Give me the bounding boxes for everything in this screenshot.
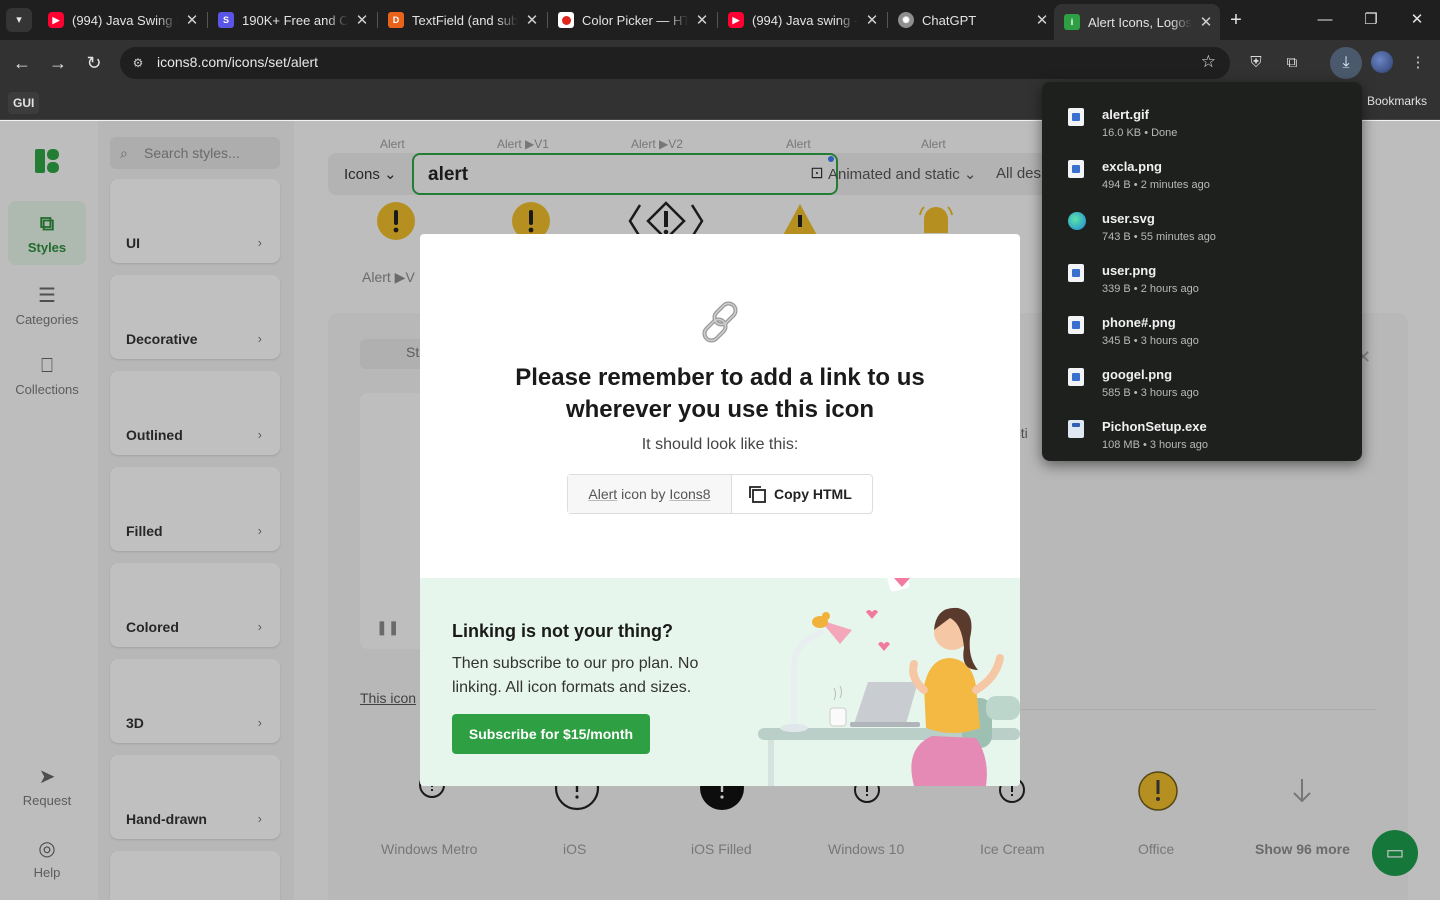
address-bar[interactable]: ⚙ icons8.com/icons/set/alert ☆ [120,47,1230,79]
promo-body: Then subscribe to our pro plan. No linki… [452,655,699,696]
download-item[interactable]: phone#.png 345 B • 3 hours ago [1042,298,1362,350]
file-image-icon [1068,264,1084,282]
download-item[interactable]: googel.png 585 B • 3 hours ago [1042,350,1362,402]
close-tab-icon[interactable]: ✕ [524,11,540,29]
downloads-button[interactable]: ⤓ [1330,47,1362,79]
chain-link-icon [702,301,738,343]
chatgpt-icon: ✺ [898,12,914,28]
pro-plan-promo: Linking is not your thing? Then subscrib… [420,578,1020,786]
youtube-icon: ▶ [48,12,64,28]
download-item[interactable]: excla.png 494 B • 2 minutes ago [1042,142,1362,194]
copy-html-button[interactable]: Copy HTML [732,475,872,513]
tab-youtube-java-swing-2[interactable]: ▶ (994) Java swing - ✕ [718,6,886,34]
close-tab-icon[interactable]: ✕ [864,11,880,29]
tab-color-picker[interactable]: Color Picker — HT ✕ [548,6,716,34]
close-tab-icon[interactable]: ✕ [1198,13,1214,31]
tab-search-button[interactable]: ▾ [6,8,32,32]
tab-youtube-java-swing[interactable]: ▶ (994) Java Swing U ✕ [38,6,206,34]
file-image-icon [1068,316,1084,334]
extensions-puzzle-icon[interactable]: ⧉ [1279,50,1305,76]
reload-button[interactable]: ↻ [81,50,107,76]
profile-avatar[interactable] [1371,51,1393,73]
restore-button[interactable]: ❐ [1358,8,1384,32]
back-button[interactable]: ← [9,50,35,76]
extension-shield-icon[interactable]: ⛨ [1243,50,1269,76]
subscribe-button[interactable]: Subscribe for $15/month [452,714,650,754]
download-item[interactable]: user.svg 743 B • 55 minutes ago [1042,194,1362,246]
browser-tab-strip: ▾ ▶ (994) Java Swing U ✕ S 190K+ Free an… [0,0,1440,40]
modal-title: Please remember to add a link to us wher… [515,364,925,423]
attribution-text: Alert icon by Icons8 [568,475,732,513]
brand-d-icon: D [388,12,404,28]
bookmark-star-icon[interactable]: ☆ [1201,52,1216,72]
site-info-icon[interactable]: ⚙ [128,53,148,73]
downloads-popup: alert.gif 16.0 KB • Done excla.png 494 B… [1042,82,1362,461]
close-tab-icon[interactable]: ✕ [354,11,370,29]
forward-button[interactable]: → [45,50,71,76]
download-item[interactable]: PichonSetup.exe 108 MB • 3 hours ago [1042,402,1362,454]
file-image-icon [1068,108,1084,126]
tab-chatgpt[interactable]: ✺ ChatGPT ✕ [888,6,1056,34]
woman-at-desk-illustration [758,578,1020,786]
copy-icon [749,486,766,503]
menu-kebab-icon[interactable]: ⋮ [1405,50,1431,76]
youtube-icon: ▶ [728,12,744,28]
tab-alert-icons[interactable]: i Alert Icons, Logos, ✕ [1054,4,1220,40]
attribution-icons8-link[interactable]: Icons8 [669,486,710,502]
browser-toolbar: ← → ↻ ⚙ icons8.com/icons/set/alert ☆ ⛨ ⧉… [0,40,1440,86]
close-tab-icon[interactable]: ✕ [184,11,200,29]
tab-190k-free[interactable]: S 190K+ Free and O ✕ [208,6,376,34]
download-item[interactable]: user.png 339 B • 2 hours ago [1042,246,1362,298]
attribution-word-icon: icon [621,486,647,502]
edge-icon [1068,212,1086,230]
modal-subtitle: It should look like this: [641,436,799,453]
tab-textfield[interactable]: D TextField (and sub ✕ [378,6,546,34]
attribution-box: Alert icon by Icons8 Copy HTML [567,474,873,514]
attribution-alert-link[interactable]: Alert [588,486,617,502]
close-tab-icon[interactable]: ✕ [1034,11,1050,29]
attribution-word-by: by [650,486,666,502]
installer-icon [1068,420,1084,438]
color-picker-icon [558,12,574,28]
all-bookmarks[interactable]: Bookmarks [1367,94,1427,108]
new-tab-button[interactable]: + [1224,8,1248,32]
close-window-button[interactable]: ✕ [1404,8,1430,32]
close-tab-icon[interactable]: ✕ [694,11,710,29]
icons8-icon: i [1064,14,1080,30]
minimize-button[interactable]: — [1312,8,1338,32]
file-image-icon [1068,160,1084,178]
brand-s-icon: S [218,12,234,28]
file-image-icon [1068,368,1084,386]
bookmark-folder-gui[interactable]: GUI [8,92,40,114]
attribution-modal: Please remember to add a link to us wher… [420,234,1020,786]
promo-title: Linking is not your thing? [452,621,673,641]
url-text[interactable]: icons8.com/icons/set/alert [157,54,318,70]
download-item[interactable]: alert.gif 16.0 KB • Done [1042,90,1362,142]
